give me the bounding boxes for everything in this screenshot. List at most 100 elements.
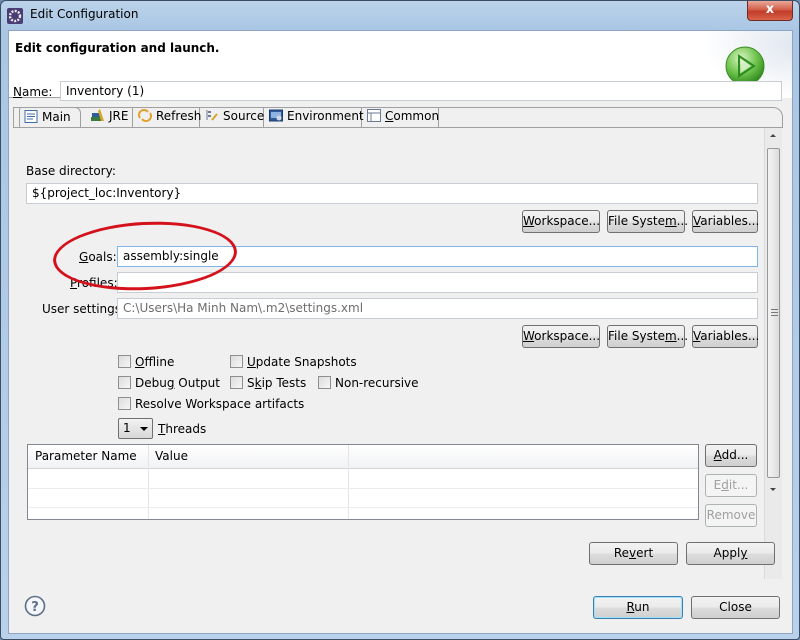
settings-file-system-button[interactable]: File System... xyxy=(607,325,689,348)
button-label: ert xyxy=(636,546,654,560)
user-settings-input[interactable]: C:\Users\Ha Minh Nam\.m2\settings.xml xyxy=(117,298,758,319)
checkbox-label: Debu xyxy=(135,376,167,390)
checkbox-box[interactable] xyxy=(230,355,243,368)
mnemonic: N xyxy=(13,85,22,99)
checkbox-box[interactable] xyxy=(118,355,131,368)
skip-tests-checkbox[interactable]: Skip Tests xyxy=(230,376,306,390)
column-header-value[interactable]: Value xyxy=(155,449,188,463)
close-button[interactable]: Close xyxy=(691,596,780,619)
mnemonic: m xyxy=(664,214,677,228)
source-icon xyxy=(206,110,218,121)
table-header: Parameter Name Value xyxy=(28,445,698,469)
grip-icon xyxy=(771,309,778,316)
non-recursive-checkbox[interactable]: Non-recursive xyxy=(318,376,419,390)
button-label: File Syste xyxy=(608,214,665,228)
label-text: hreads xyxy=(165,422,207,436)
tab-common[interactable]: Common xyxy=(363,107,439,128)
label-text: rofiles: xyxy=(77,276,118,290)
goals-input[interactable]: assembly:single xyxy=(117,246,758,267)
checkbox-label: ip Tests xyxy=(261,376,307,390)
mnemonic: P xyxy=(70,276,78,290)
window-close-button[interactable]: x xyxy=(747,1,793,21)
tab-environment[interactable]: Environment xyxy=(265,107,364,128)
scroll-down-arrow-icon[interactable] xyxy=(770,488,776,491)
base-dir-workspace-button[interactable]: Workspace... xyxy=(522,210,600,233)
column-header-parameter-name[interactable]: Parameter Name xyxy=(35,449,137,463)
button-label: orkspace... xyxy=(534,214,601,228)
threads-value: 1 xyxy=(123,421,131,435)
checkbox-box[interactable] xyxy=(118,397,131,410)
settings-workspace-button[interactable]: Workspace... xyxy=(522,325,600,348)
common-icon xyxy=(367,109,381,122)
checkbox-label: S xyxy=(247,376,255,390)
table-row xyxy=(28,507,698,508)
checkbox-box[interactable] xyxy=(118,376,131,389)
update-snapshots-checkbox[interactable]: Update Snapshots xyxy=(230,355,357,369)
run-button[interactable]: Run xyxy=(593,596,683,619)
tab-label: Refresh xyxy=(156,109,202,123)
mnemonic: U xyxy=(247,355,256,369)
configuration-name-input[interactable]: Inventory (1) xyxy=(60,81,782,101)
settings-variables-button[interactable]: Variables... xyxy=(692,325,759,348)
tab-jre[interactable]: JRE xyxy=(87,107,133,128)
name-label: Name: xyxy=(13,85,52,99)
tab-label: Main xyxy=(42,110,71,124)
debug-output-checkbox[interactable]: Debug Output xyxy=(118,376,220,390)
environment-icon xyxy=(269,109,283,122)
checkbox-box[interactable] xyxy=(230,376,243,389)
checkbox-label: Output xyxy=(174,376,220,390)
revert-button[interactable]: Revert xyxy=(589,542,678,565)
base-dir-variables-button[interactable]: Variables... xyxy=(692,210,760,233)
tab-main[interactable]: Main xyxy=(19,107,81,128)
jre-books-icon xyxy=(91,109,104,121)
close-icon: x xyxy=(765,2,775,17)
apply-button[interactable]: Apply xyxy=(686,542,775,565)
mnemonic: k xyxy=(254,376,262,390)
profiles-label: Profiles: xyxy=(70,276,118,290)
edit-configuration-window: Edit Configuration x Edit configuration … xyxy=(0,0,800,640)
remove-parameter-button[interactable]: Remove xyxy=(705,504,757,527)
label-text: ame: xyxy=(21,85,53,99)
button-label: it... xyxy=(728,478,749,492)
checkbox-label: Resolve Workspace artifacts xyxy=(135,397,305,411)
button-label: ariables... xyxy=(700,214,760,228)
tab-refresh[interactable]: Refresh xyxy=(134,107,202,128)
scroll-up-arrow-icon[interactable] xyxy=(770,134,776,137)
threads-label: Threads xyxy=(158,422,206,436)
button-label: ... xyxy=(676,214,689,228)
vertical-scrollbar[interactable] xyxy=(764,128,782,579)
profiles-input[interactable] xyxy=(117,272,758,293)
mnemonic: d xyxy=(721,478,729,492)
threads-combo[interactable]: 1 xyxy=(118,418,153,439)
button-label: Close xyxy=(719,600,752,614)
column-separator xyxy=(148,445,149,519)
mnemonic: W xyxy=(523,214,535,228)
user-settings-label: User settings: xyxy=(42,302,126,316)
goals-label: Goals: xyxy=(79,250,117,264)
button-label: orkspace... xyxy=(534,329,601,343)
checkbox-box[interactable] xyxy=(318,376,331,389)
tab-label: JRE xyxy=(109,109,129,123)
edit-parameter-button[interactable]: Edit... xyxy=(705,474,757,497)
offline-checkbox[interactable]: Offline xyxy=(118,355,174,369)
window-title: Edit Configuration xyxy=(30,7,139,21)
parameters-table[interactable]: Parameter Name Value xyxy=(27,444,699,520)
base-dir-file-system-button[interactable]: File System... xyxy=(607,210,689,233)
button-label: ... xyxy=(676,329,689,343)
main-tab-content: Base directory: ${project_loc:Inventory}… xyxy=(13,127,783,579)
checkbox-label: pdate Snapshots xyxy=(255,355,357,369)
tab-source[interactable]: Source xyxy=(201,107,264,128)
tab-label: Source xyxy=(223,109,265,123)
mnemonic: W xyxy=(523,329,535,343)
table-row xyxy=(28,488,698,489)
add-parameter-button[interactable]: Add... xyxy=(705,444,757,467)
button-label: Re xyxy=(613,546,630,560)
refresh-icon xyxy=(138,109,152,122)
title-bar[interactable]: Edit Configuration x xyxy=(1,1,799,30)
base-directory-input[interactable]: ${project_loc:Inventory} xyxy=(26,183,758,204)
resolve-workspace-artifacts-checkbox[interactable]: Resolve Workspace artifacts xyxy=(118,397,304,411)
chevron-down-icon xyxy=(140,427,148,431)
scrollbar-thumb[interactable] xyxy=(767,148,780,478)
button-label: Appl xyxy=(713,546,741,560)
help-icon[interactable]: ? xyxy=(24,595,46,617)
